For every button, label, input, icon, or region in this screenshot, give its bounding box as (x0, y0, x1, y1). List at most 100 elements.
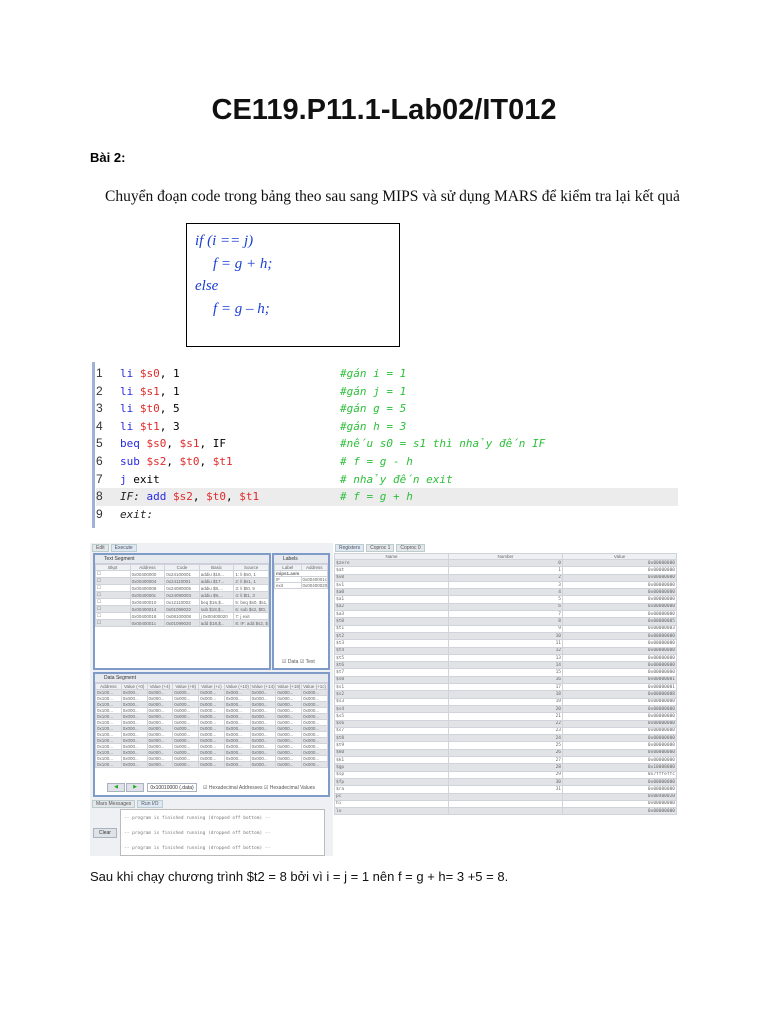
table-cell: 0x000... (198, 761, 225, 768)
column-header: Value (+1c) (301, 683, 328, 690)
tab-run-i-o[interactable]: Run I/O (137, 800, 163, 808)
tab-mars-messages[interactable]: Mars Messages (92, 800, 136, 808)
register-cell: $t3 (334, 639, 449, 648)
code-operand: $t1 (212, 455, 233, 468)
code-operand: , (226, 490, 240, 504)
code-operand: $s1 (179, 437, 200, 451)
register-cell: 0x00000000 (562, 712, 677, 721)
tab-coproc-1[interactable]: Coproc 1 (366, 544, 395, 552)
register-cell: 0x00000000 (562, 799, 677, 809)
register-cell: 5 (448, 595, 563, 604)
register-cell: lo (334, 807, 449, 816)
address-select[interactable]: 0x10010000 (.data) (147, 783, 197, 792)
code-opcode: li (120, 419, 134, 433)
text-checkbox[interactable]: Text (306, 659, 315, 665)
register-row: $s4 20 0x00000000 (334, 704, 677, 714)
code-label: IF: (120, 490, 140, 504)
table-row: 0x100... 0x000... 0x000... 0x000... 0x000...… (95, 719, 328, 726)
register-cell: $t7 (334, 668, 449, 677)
table-cell: 5: beq $s0, $s1, (233, 598, 269, 606)
register-tabs: Registers Coproc 1 Coproc 0 (335, 544, 425, 552)
register-cell: 0x00000000 (562, 566, 677, 575)
instruction-text: Chuyển đoạn code trong bảng theo sau san… (105, 188, 680, 205)
code-operand: $t0 (139, 402, 160, 416)
table-cell: add $18,$... (198, 619, 235, 627)
next-arrow-icon[interactable]: ▶ (126, 783, 144, 792)
register-row: $s1 17 0x00000001 (334, 683, 677, 692)
breakpoint-checkbox[interactable]: ☐ (95, 570, 131, 578)
pseudo-line: f = g – h; (213, 300, 270, 317)
register-cell: 0x00000000 (562, 653, 677, 663)
register-row: $s5 21 0x00000000 (334, 712, 677, 721)
code-operand: , 1 (159, 384, 180, 398)
breakpoint-checkbox[interactable]: ☐ (95, 598, 131, 606)
code-opcode: li (120, 367, 134, 380)
register-cell: 6 (448, 602, 563, 612)
breakpoint-checkbox[interactable]: ☐ (95, 612, 131, 620)
register-cell: $a0 (334, 588, 449, 597)
code-line: 5 beq $s0, $s1, IF #nếu s0 = s1 thì nhảy đ… (96, 435, 678, 453)
tab-registers[interactable]: Registers (335, 544, 365, 552)
code-instruction: IF: add $s2, $t0, $t1 (120, 488, 259, 506)
table-cell: 0x24110001 (164, 577, 200, 585)
code-instruction: li $t0, 5 (120, 400, 180, 418)
hex-addresses-checkbox[interactable]: Hexadecimal Addresses (209, 785, 263, 791)
register-cell: 0 (448, 558, 563, 568)
register-cell: 0x00000000 (562, 661, 677, 670)
register-cell: $t0 (334, 617, 449, 626)
code-opcode: li (120, 402, 134, 416)
register-cell: 0x7fffeffc (562, 770, 677, 779)
register-row: $a0 4 0x00000000 (334, 588, 677, 597)
table-cell: 0x08100008 (164, 612, 200, 620)
table-cell: 0x00400018 (129, 612, 166, 620)
register-cell: 24 (448, 734, 563, 743)
clear-button[interactable]: Clear (93, 828, 117, 838)
code-operand: $t0 (206, 490, 226, 504)
prev-arrow-icon[interactable]: ◀ (107, 783, 125, 792)
breakpoint-checkbox[interactable]: ☐ (95, 605, 131, 613)
column-header: Value (+c) (198, 683, 225, 690)
table-row: 0x100... 0x000... 0x000... 0x000... 0x000...… (95, 749, 328, 756)
register-cell (448, 792, 563, 801)
code-instruction: exit: (120, 506, 160, 524)
breakpoint-checkbox[interactable]: ☐ (95, 584, 131, 592)
text-segment-table: Bkpt Address Code Basic Source ☐ 0x00400000 0x2… (95, 564, 269, 627)
tab-execute[interactable]: Execute (110, 544, 137, 552)
register-row: $v0 2 0x00000000 (334, 573, 677, 582)
column-header: Value (+10) (223, 683, 251, 690)
labels-table: Label Address mips1.asm IF 0x0040001c exit 0x0… (274, 564, 328, 589)
tab-edit[interactable]: Edit (92, 544, 109, 552)
table-row: ☐ 0x0040000c 0x24090003 addiu $9,... 4: li $… (95, 591, 269, 599)
mips-code-editor: 1 li $s0, 1 #gán i = 1 2 li $s1, 1 #gán j = 1… (90, 362, 678, 528)
table-cell[interactable]: exit (274, 582, 302, 589)
tab-coproc-0[interactable]: Coproc 0 (396, 544, 425, 552)
table-cell[interactable]: 0x00400020 (300, 582, 328, 589)
table-cell: 0x00400008 (129, 584, 166, 592)
data-segment-panel: Data Segment Address Value (+0) Value (+4)… (93, 672, 330, 797)
register-cell: 12 (448, 646, 563, 655)
table-cell: 0x24080005 (164, 584, 200, 592)
register-row: $sp 29 0x7fffeffc (334, 770, 677, 779)
breakpoint-checkbox[interactable]: ☐ (95, 619, 131, 627)
table-cell: 0x000... (172, 761, 200, 768)
register-cell: 17 (448, 683, 563, 692)
register-cell: 0x00000001 (562, 675, 677, 685)
table-cell[interactable]: 0x0040001c (300, 576, 328, 583)
register-cell: 0x00000000 (562, 785, 677, 794)
code-instruction: li $s1, 1 (120, 383, 180, 401)
code-comment: # f = g - h (340, 455, 413, 468)
data-checkbox[interactable]: Data (288, 659, 299, 665)
register-row: $a3 7 0x00000000 (334, 610, 677, 619)
register-cell: 0x00000000 (562, 697, 677, 706)
breakpoint-checkbox[interactable]: ☐ (95, 591, 131, 599)
register-cell: 0x00000000 (562, 777, 677, 787)
breakpoint-checkbox[interactable]: ☐ (95, 577, 131, 585)
hex-values-checkbox[interactable]: Hexadecimal Values (270, 785, 315, 791)
register-row: $t1 9 0x00000003 (334, 624, 677, 633)
register-cell: 0x00000000 (562, 639, 677, 648)
register-row: $s7 23 0x00000000 (334, 726, 677, 736)
register-cell: 9 (448, 624, 563, 633)
code-operand: , (199, 455, 213, 468)
table-cell: addiu $8,... (198, 584, 235, 592)
register-cell: $a3 (334, 610, 449, 619)
